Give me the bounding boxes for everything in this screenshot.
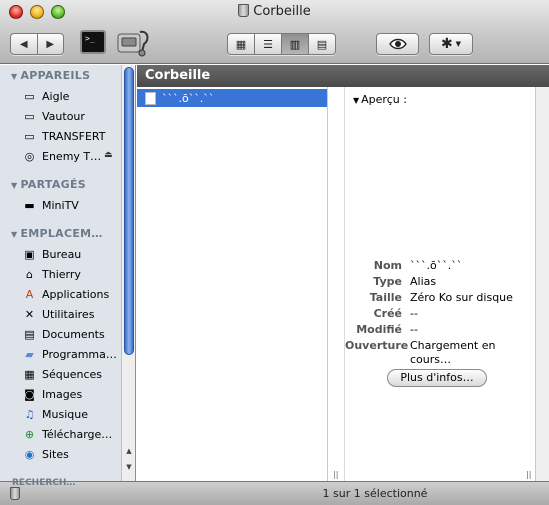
more-info-button[interactable]: Plus d'infos… [387,369,487,387]
column-divider: || [328,87,345,481]
harddisk-icon: ▭ [24,89,35,103]
trash-icon [10,487,20,500]
disclosure-triangle-icon: ▼ [353,96,360,105]
sidebar-section-places[interactable]: ▼ EMPLACEM… [11,227,103,240]
utilities-icon: ✕ [24,307,35,321]
sidebar-item-aigle[interactable]: ▭ Aigle [22,87,120,105]
info-row-name: Nom ˋˋˋ.ōˋˋ.ˋˋ [373,259,463,272]
sidebar-item-musique[interactable]: ♫ Musique [22,405,120,423]
column-resize-handle[interactable]: || [333,470,338,479]
folder-icon: ▰ [25,347,34,361]
disclosure-triangle-icon: ▼ [11,230,18,239]
icon-view-button[interactable]: ▦ [228,34,254,54]
desktop-icon: ▣ [24,247,35,261]
preview-heading[interactable]: ▼ Aperçu : [353,93,407,106]
main-scrollbar[interactable] [535,87,549,481]
sidebar-item-sites[interactable]: ◉ Sites [22,445,120,463]
sidebar-item-thierry[interactable]: ⌂ Thierry [22,265,120,283]
column-resize-handle[interactable]: || [526,470,531,479]
sidebar-item-telechargements[interactable]: ⊕ Télécharge… [22,425,120,443]
disclosure-triangle-icon: ▼ [11,72,18,81]
quicklook-button[interactable] [376,33,419,55]
view-mode-control: ▦ ☰ ▥ ▤ [227,33,336,55]
forward-button[interactable]: ▶ [36,34,64,54]
home-icon: ⌂ [26,267,33,281]
path-header: Corbeille [137,65,549,87]
sidebar-item-minitv[interactable]: ▬ MiniTV [22,196,120,214]
info-row-opened: Ouverture Chargement en cours… [345,339,496,366]
disclosure-triangle-icon: ▼ [11,181,18,190]
list-view-button[interactable]: ☰ [254,34,281,54]
gear-icon: ✱ [440,36,453,52]
mac-mini-icon: ▬ [24,198,35,212]
back-button[interactable]: ◀ [11,34,37,54]
sidebar-item-applications[interactable]: A Applications [22,285,120,303]
downloads-icon: ⊕ [24,427,35,441]
sidebar-section-devices[interactable]: ▼ APPAREILS [11,69,90,82]
preview-column: ▼ Aperçu : Nom ˋˋˋ.ōˋˋ.ˋˋ Type Alias Taille… [345,87,535,481]
info-row-created: Créé -- [373,307,418,320]
terminal-toolbar-icon[interactable]: >_ [80,30,106,54]
chevron-down-icon: ▼ [455,40,462,48]
sidebar-scrollbar[interactable]: ▲ ▼ [121,65,135,481]
sidebar-item-bureau[interactable]: ▣ Bureau [22,245,120,263]
harddisk-icon: ▭ [24,109,35,123]
file-column: ˋˋˋ.ōˋˋ.ˋˋ || [137,87,338,481]
window-title: Corbeille [0,4,549,19]
coverflow-view-button[interactable]: ▤ [308,34,335,54]
documents-icon: ▤ [24,327,35,341]
document-icon [145,91,156,105]
column-view-button[interactable]: ▥ [281,34,308,54]
harddisk-icon: ▭ [24,129,35,143]
sidebar-item-utilitaires[interactable]: ✕ Utilitaires [22,305,120,323]
cd-icon: ◎ [24,149,35,163]
sidebar-item-images[interactable]: ◙ Images [22,385,120,403]
sidebar-item-documents[interactable]: ▤ Documents [22,325,120,343]
sidebar: ▼ APPAREILS ▭ Aigle ▭ Vautour ▭ TRANSFERT ◎ E… [0,65,136,481]
sidebar-section-shared[interactable]: ▼ PARTAGÉS [11,178,86,191]
file-name: ˋˋˋ.ōˋˋ.ˋˋ [162,91,215,105]
sidebar-section-search: RECHERCH… [12,478,76,488]
status-bar: RECHERCH… 1 sur 1 sélectionné [0,478,549,505]
info-row-size: Taille Zéro Ko sur disque [369,291,513,304]
window-toolbar: Corbeille ◀ ▶ >_ ▦ ☰ ▥ ▤ ✱ ▼ [0,0,549,64]
trash-icon [238,4,250,17]
scroll-down-arrow-icon[interactable]: ▼ [122,463,135,475]
music-icon: ♫ [24,407,35,421]
sidebar-item-sequences[interactable]: ▦ Séquences [22,365,120,383]
eye-icon [388,38,407,50]
scroll-up-arrow-icon[interactable]: ▲ [122,447,135,459]
back-forward-control: ◀ ▶ [10,33,64,55]
movies-icon: ▦ [24,367,35,381]
info-row-type: Type Alias [373,275,437,288]
sidebar-item-vautour[interactable]: ▭ Vautour [22,107,120,125]
file-row-selected[interactable]: ˋˋˋ.ōˋˋ.ˋˋ [137,89,327,107]
disk-utility-toolbar-icon[interactable] [114,26,152,58]
action-menu-button[interactable]: ✱ ▼ [429,33,473,55]
selection-status: 1 sur 1 sélectionné [322,487,428,500]
sidebar-item-programmation[interactable]: ▰ Programmat… [22,345,120,363]
applications-icon: A [25,287,34,301]
info-row-modified: Modifié -- [356,323,418,336]
eject-icon[interactable]: ⏏ [104,150,113,160]
sidebar-item-transfert[interactable]: ▭ TRANSFERT [22,127,120,145]
sidebar-scrollbar-thumb[interactable] [124,67,134,355]
pictures-icon: ◙ [24,387,35,401]
sites-icon: ◉ [24,447,35,461]
